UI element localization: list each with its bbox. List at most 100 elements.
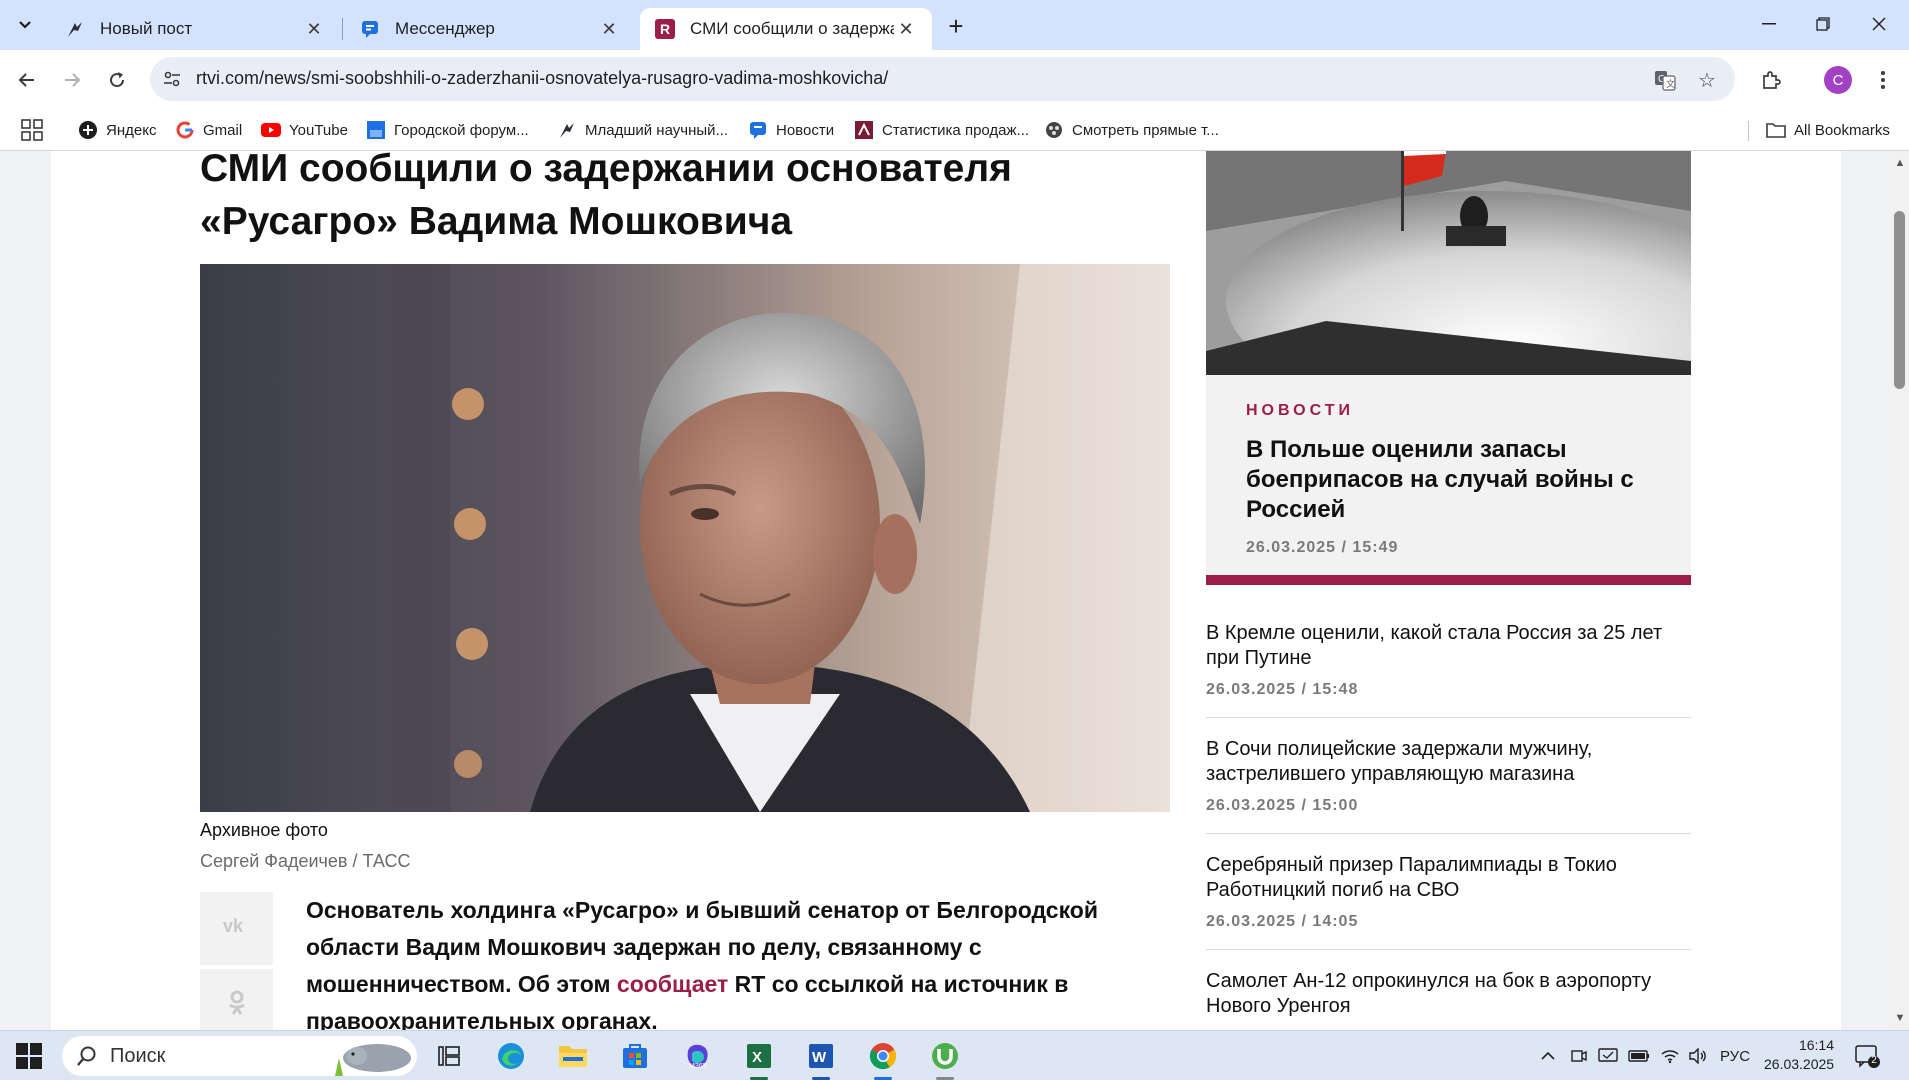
store-icon[interactable] <box>618 1039 652 1073</box>
wifi-icon[interactable] <box>1660 1043 1680 1069</box>
tab-title: СМИ сообщили о задержании <box>690 19 894 38</box>
file-explorer-icon[interactable] <box>556 1039 590 1073</box>
source-link[interactable]: сообщает <box>617 971 728 997</box>
scroll-down-icon[interactable]: ▼ <box>1894 1012 1906 1024</box>
tab-messenger[interactable]: Мессенджер ✕ <box>345 8 635 50</box>
featured-photo[interactable] <box>1206 151 1691 375</box>
tab-new-post[interactable]: Новый пост ✕ <box>50 8 340 50</box>
close-icon[interactable]: ✕ <box>894 17 918 41</box>
news-title[interactable]: В Кремле оценили, какой стала Россия за … <box>1206 621 1691 671</box>
search-placeholder: Поиск <box>110 1044 166 1067</box>
edge-icon[interactable] <box>494 1039 528 1073</box>
chat-icon <box>748 120 768 140</box>
bookmark-sales-stats[interactable]: Статистика продаж... <box>854 118 1029 142</box>
site-info-icon[interactable] <box>160 67 184 91</box>
translate-icon[interactable]: G文 <box>1650 65 1680 95</box>
page-viewport: СМИ сообщили о задержании основателя «Ру… <box>0 151 1909 1030</box>
windows-start-icon[interactable] <box>16 1043 42 1069</box>
restore-button[interactable] <box>1800 6 1846 42</box>
minimize-button[interactable] <box>1746 6 1792 42</box>
feather-icon <box>64 18 86 40</box>
divider <box>1206 717 1691 718</box>
close-icon[interactable]: ✕ <box>597 17 621 41</box>
news-item[interactable]: В Кремле оценили, какой стала Россия за … <box>1206 621 1691 699</box>
folder-icon <box>1766 123 1786 138</box>
url-text[interactable]: rtvi.com/news/smi-soobshhili-o-zaderzhan… <box>196 68 888 89</box>
volume-icon[interactable] <box>1688 1043 1708 1069</box>
news-item[interactable]: В Сочи полицейские задержали мужчину, за… <box>1206 737 1691 815</box>
back-button[interactable] <box>10 63 44 97</box>
bookmark-label: Статистика продаж... <box>882 121 1030 139</box>
battery-icon[interactable] <box>1628 1043 1650 1069</box>
bookmark-news[interactable]: Новости <box>748 118 834 142</box>
word-icon[interactable]: W <box>804 1039 838 1073</box>
chat-icon <box>359 18 381 40</box>
divider <box>1206 949 1691 950</box>
featured-news-card[interactable]: НОВОСТИ В Польше оценили запасы боеприпа… <box>1206 375 1691 585</box>
bookmark-live-tv[interactable]: Смотреть прямые т... <box>1044 118 1219 142</box>
excel-icon[interactable]: X <box>742 1039 776 1073</box>
tray-chevron-icon[interactable] <box>1540 1043 1556 1069</box>
forward-button[interactable] <box>55 63 89 97</box>
feather-icon <box>557 120 577 140</box>
news-title[interactable]: Серебряный призер Паралимпиады в Токио Р… <box>1206 853 1691 903</box>
meet-icon[interactable] <box>1570 1043 1588 1069</box>
profile-avatar[interactable]: C <box>1824 66 1852 94</box>
display-icon[interactable] <box>1598 1043 1618 1069</box>
news-title[interactable]: Самолет Ан-12 опрокинулся на бок в аэроп… <box>1206 969 1691 1019</box>
bookmark-forum[interactable]: Городской форум... <box>366 118 529 142</box>
utorrent-icon[interactable] <box>928 1039 962 1073</box>
news-item[interactable]: Серебряный призер Паралимпиады в Токио Р… <box>1206 853 1691 931</box>
featured-timestamp: 26.03.2025 / 15:49 <box>1246 539 1399 556</box>
tab-title: Новый пост <box>100 19 193 38</box>
svg-text:R: R <box>660 21 670 37</box>
svg-text:W: W <box>812 1049 827 1066</box>
bookmark-label: Gmail <box>203 121 243 139</box>
chrome-icon[interactable] <box>866 1039 900 1073</box>
extensions-icon[interactable] <box>1754 63 1788 97</box>
bookmark-gmail[interactable]: Gmail <box>175 118 242 142</box>
reload-button[interactable] <box>100 63 134 97</box>
news-item[interactable]: Самолет Ан-12 опрокинулся на бок в аэроп… <box>1206 969 1691 1019</box>
all-bookmarks-button[interactable]: All Bookmarks <box>1766 118 1890 142</box>
forum-icon <box>366 120 386 140</box>
share-odnoklassniki-button[interactable] <box>200 969 273 1030</box>
news-timestamp: 26.03.2025 / 14:05 <box>1206 913 1359 930</box>
bookmark-label: Младший научный... <box>585 121 729 139</box>
page-scrollbar[interactable]: ▲ ▼ <box>1890 151 1909 1030</box>
tab-search-chevron-icon[interactable] <box>8 8 42 42</box>
tab-title: Мессенджер <box>395 19 495 38</box>
bookmark-label: Яндекс <box>106 121 157 139</box>
bookmark-youtube[interactable]: YouTube <box>261 118 348 142</box>
bookmark-label: Новости <box>776 121 835 139</box>
address-bar[interactable]: rtvi.com/news/smi-soobshhili-o-zaderzhan… <box>150 57 1735 101</box>
divider <box>1748 121 1749 141</box>
notification-icon[interactable]: 2 <box>1854 1043 1880 1069</box>
bookmark-star-icon[interactable]: ☆ <box>1692 65 1722 95</box>
google-icon <box>175 120 195 140</box>
system-clock[interactable]: 16:14 26.03.2025 <box>1764 1036 1834 1074</box>
apps-grid-icon[interactable] <box>20 118 44 142</box>
new-tab-button[interactable]: + <box>940 10 972 42</box>
bookmarks-bar: Яндекс Gmail YouTube Городской форум... … <box>0 109 1909 151</box>
share-vk-button[interactable]: vk <box>200 892 273 965</box>
bookmark-junior-researcher[interactable]: Младший научный... <box>557 118 728 142</box>
scroll-up-icon[interactable]: ▲ <box>1894 157 1906 169</box>
language-indicator[interactable]: РУС <box>1720 1043 1750 1069</box>
featured-title[interactable]: В Польше оценили запасы боеприпасов на с… <box>1246 435 1646 525</box>
close-window-button[interactable] <box>1856 6 1902 42</box>
menu-kebab-icon[interactable] <box>1866 63 1900 97</box>
task-view-icon[interactable] <box>432 1039 466 1073</box>
bookmark-label: YouTube <box>289 121 348 139</box>
tv-icon <box>1044 120 1064 140</box>
taskbar-search[interactable]: Поиск <box>62 1036 417 1076</box>
stats-icon <box>854 120 874 140</box>
tab-article[interactable]: R СМИ сообщили о задержании ✕ <box>640 8 932 50</box>
m365-icon[interactable]: M365 <box>680 1039 714 1073</box>
news-title[interactable]: В Сочи полицейские задержали мужчину, за… <box>1206 737 1691 787</box>
scrollbar-thumb[interactable] <box>1894 211 1905 389</box>
close-icon[interactable]: ✕ <box>302 17 326 41</box>
category-label[interactable]: НОВОСТИ <box>1246 402 1354 420</box>
bookmark-yandex[interactable]: Яндекс <box>78 118 156 142</box>
search-icon <box>77 1046 96 1066</box>
